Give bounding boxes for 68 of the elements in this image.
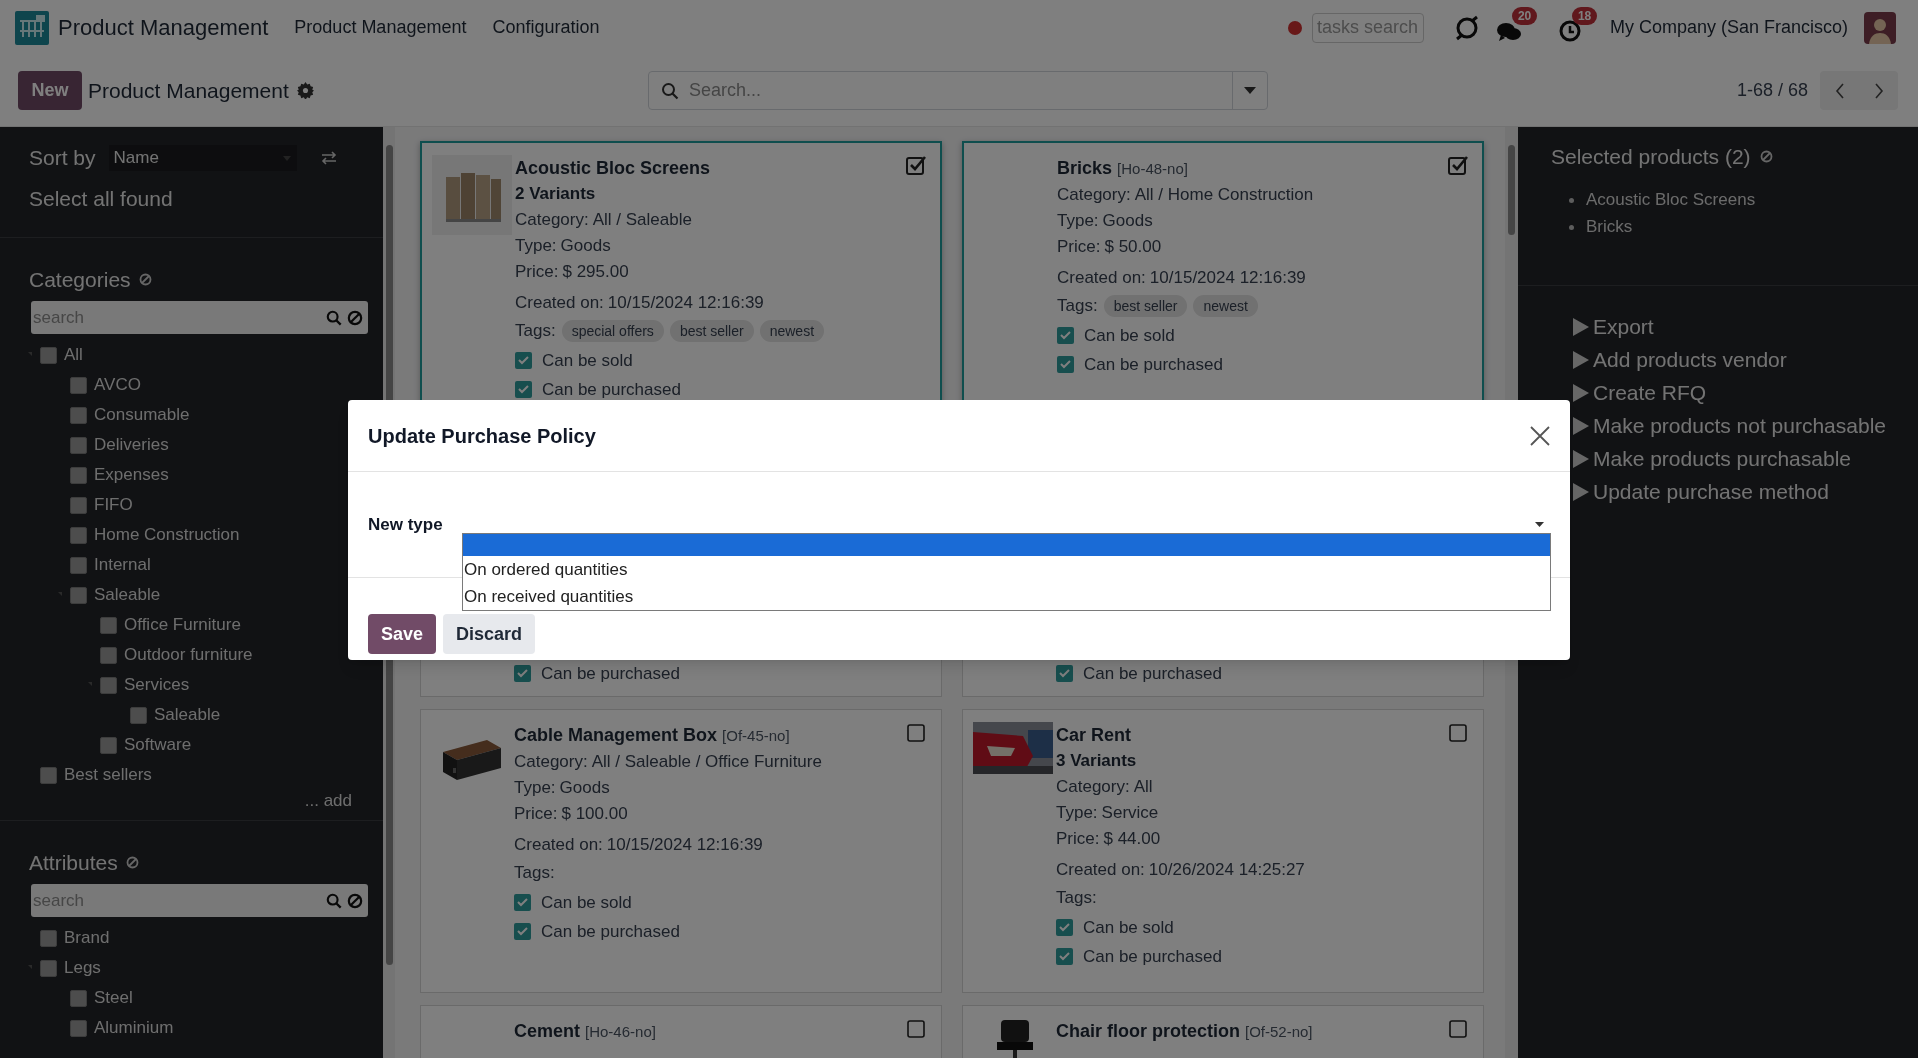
product-code: [Ho-48-no] [1117, 159, 1188, 179]
field-label: Tags: [514, 862, 555, 884]
tag: special offers [561, 320, 664, 342]
field-label: Created on: [514, 834, 603, 856]
field-value: All / Home Construction [1134, 184, 1314, 206]
field-value: All [1133, 776, 1153, 798]
selected-product: Bricks [1586, 216, 1633, 239]
product-code: [Of-52-no] [1245, 1022, 1313, 1042]
checkbox-label: Can be purchased [542, 378, 681, 401]
sort-label: Sort by [29, 145, 96, 172]
checkbox-label: Can be purchased [1083, 662, 1222, 685]
field-value: 10/26/2024 14:25:27 [1148, 859, 1305, 881]
field-label: Price: [515, 261, 559, 283]
tag: newest [759, 320, 825, 342]
section-title: Attributes [29, 849, 118, 876]
field-label: Created on: [515, 292, 604, 314]
field-label: Type: [514, 777, 556, 799]
variant-count: 3 Variants [1056, 750, 1138, 772]
field-value: $ 295.00 [562, 261, 629, 283]
field-value: All / Saleable / Office Furniture [591, 751, 822, 773]
activity-count-badge: 18 [1571, 6, 1598, 25]
field-value: 10/15/2024 12:16:39 [1149, 267, 1306, 289]
checkbox-label: Can be purchased [1084, 353, 1223, 376]
checkbox-label: Can be purchased [1083, 945, 1222, 968]
field-label: Type: [1057, 210, 1099, 232]
field-label: New type [368, 513, 444, 536]
field-label: Category: [514, 751, 588, 773]
field-label: Tags: [515, 320, 556, 342]
tag: newest [1193, 295, 1258, 317]
selected-product: Acoustic Bloc Screens [1586, 189, 1756, 212]
dialog-title: Update Purchase Policy [368, 423, 596, 449]
field-label: Created on: [1057, 267, 1146, 289]
checkbox-label: Can be sold [541, 891, 632, 914]
field-label: Created on: [1056, 859, 1145, 881]
field-value: Goods [559, 777, 610, 799]
tag: best seller [1103, 295, 1188, 317]
field-value: Goods [1102, 210, 1153, 232]
field-label: Category: [515, 209, 589, 231]
field-label: Tags: [1056, 887, 1097, 909]
field-value: Goods [560, 235, 611, 257]
field-label: Price: [1056, 828, 1100, 850]
field-label: Category: [1056, 776, 1130, 798]
checkbox-label: Can be sold [542, 349, 633, 372]
field-value: 10/15/2024 12:16:39 [606, 834, 763, 856]
page-title: Product Management [88, 77, 289, 104]
field-label: Category: [1057, 184, 1131, 206]
checkbox-label: Can be sold [1084, 324, 1175, 347]
field-label: Tags: [1057, 295, 1098, 317]
field-value: 10/15/2024 12:16:39 [607, 292, 764, 314]
field-label: Type: [1056, 802, 1098, 824]
field-label: Type: [515, 235, 557, 257]
field-value: $ 44.00 [1103, 828, 1161, 850]
field-label: Price: [514, 803, 558, 825]
variant-count: 2 Variants [515, 183, 597, 205]
product-code: [Ho-46-no] [585, 1022, 656, 1042]
section-title: Categories [29, 266, 131, 293]
field-value: $ 100.00 [561, 803, 628, 825]
field-label: Price: [1057, 236, 1101, 258]
field-value: Service [1101, 802, 1159, 824]
checkbox-label: Can be purchased [541, 920, 680, 943]
panel-title: Selected products (2) [1551, 144, 1751, 170]
checkbox-label: Can be sold [1083, 916, 1174, 939]
field-value: All / Saleable [592, 209, 692, 231]
message-count-badge: 20 [1511, 6, 1538, 25]
tag: best seller [669, 320, 754, 342]
product-code: [Of-45-no] [722, 726, 790, 746]
field-value: $ 50.00 [1104, 236, 1162, 258]
checkbox-label: Can be purchased [541, 662, 680, 685]
